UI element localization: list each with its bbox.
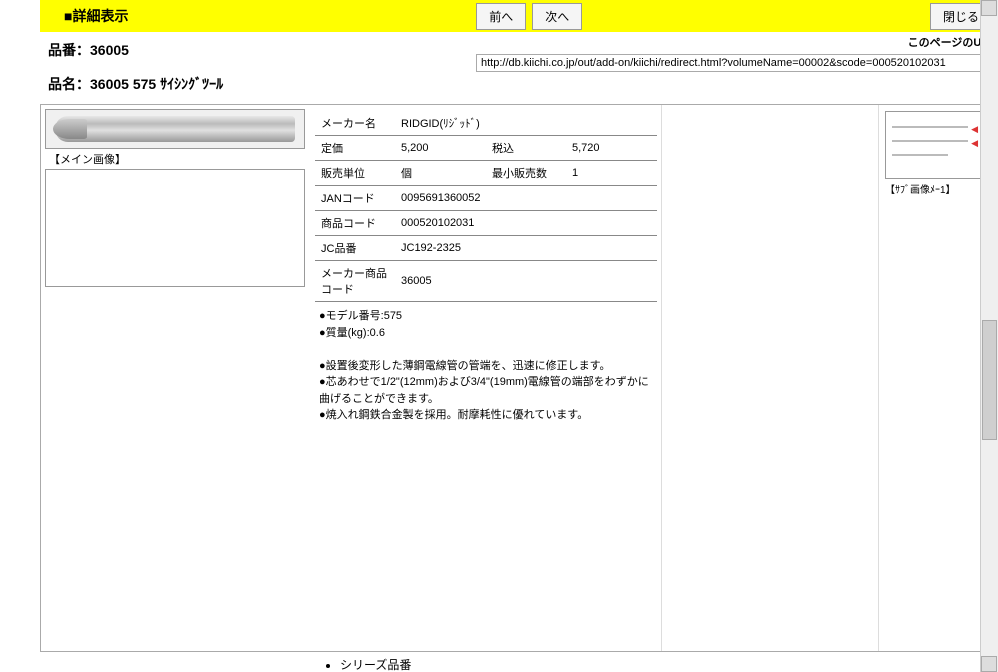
spec-table: メーカー名 RIDGID(ﾘｼﾞｯﾄﾞ) 定価 5,200 税込 5,720 販… [315, 111, 657, 302]
vertical-scrollbar[interactable] [980, 0, 998, 672]
code-label: 品番： [48, 42, 90, 58]
header-bar: ■詳細表示 前へ 次へ 閉じる [40, 0, 998, 32]
tax-label: 税込 [486, 136, 566, 161]
prodcode-value: 000520102031 [395, 211, 657, 236]
name-value: 36005 575 ｻｲｼﾝｸﾞﾂｰﾙ [90, 76, 223, 92]
jan-value: 0095691360052 [395, 186, 657, 211]
jc-label: JC品番 [315, 236, 395, 261]
desc-line: ●モデル番号:575 [319, 308, 653, 325]
thumbnail-image[interactable]: ◀ ◀ [885, 111, 985, 179]
unit-label: 販売単位 [315, 161, 395, 186]
makercode-label: メーカー商品コード [315, 261, 395, 302]
desc-line: ●焼入れ鋼鉄合金製を採用。耐摩耗性に優れています。 [319, 407, 653, 424]
table-row: メーカー名 RIDGID(ﾘｼﾞｯﾄﾞ) [315, 111, 657, 136]
table-row: メーカー商品コード 36005 [315, 261, 657, 302]
name-label: 品名： [48, 76, 90, 92]
table-row: 商品コード 000520102031 [315, 211, 657, 236]
desc-line: ●設置後変形した薄鋼電線管の管端を、迅速に修正します。 [319, 358, 653, 375]
maker-label: メーカー名 [315, 111, 395, 136]
url-input[interactable] [476, 54, 996, 72]
minqty-label: 最小販売数 [486, 161, 566, 186]
table-row: JANコード 0095691360052 [315, 186, 657, 211]
scroll-down-icon[interactable] [981, 656, 997, 672]
page-title: ■詳細表示 [48, 6, 128, 26]
code-value: 36005 [90, 42, 129, 58]
tax-value: 5,720 [566, 136, 657, 161]
bottom-list: シリーズ品番 [40, 652, 998, 672]
jc-value: JC192-2325 [395, 236, 657, 261]
spacer-column [661, 105, 879, 651]
thumbnail-caption: 【ｻﾌﾞ画像ﾒｰ1】 [885, 179, 993, 196]
arrow-icon: ◀ [971, 124, 978, 135]
main-image[interactable] [45, 109, 305, 149]
table-row: JC品番 JC192-2325 [315, 236, 657, 261]
main-image-caption: 【メイン画像】 [45, 149, 307, 167]
maker-value: RIDGID(ﾘｼﾞｯﾄﾞ) [395, 111, 657, 136]
unit-value: 個 [395, 161, 486, 186]
image-column: 【メイン画像】 [41, 105, 311, 651]
description-block: ●モデル番号:575 ●質量(kg):0.6 ●設置後変形した薄鋼電線管の管端を… [315, 302, 657, 430]
spec-column: メーカー名 RIDGID(ﾘｼﾞｯﾄﾞ) 定価 5,200 税込 5,720 販… [311, 105, 661, 651]
jan-label: JANコード [315, 186, 395, 211]
product-name-row: 品名：36005 575 ｻｲｼﾝｸﾞﾂｰﾙ [40, 70, 998, 98]
scroll-thumb[interactable] [982, 320, 997, 440]
scroll-up-icon[interactable] [981, 0, 997, 16]
desc-line: ●質量(kg):0.6 [319, 325, 653, 342]
prev-button[interactable]: 前へ [476, 3, 526, 30]
prodcode-label: 商品コード [315, 211, 395, 236]
secondary-image-frame [45, 169, 305, 287]
main-detail-box: 【メイン画像】 メーカー名 RIDGID(ﾘｼﾞｯﾄﾞ) 定価 5,200 税込… [40, 104, 998, 652]
table-row: 定価 5,200 税込 5,720 [315, 136, 657, 161]
makercode-value: 36005 [395, 261, 657, 302]
arrow-icon: ◀ [971, 138, 978, 149]
price-label: 定価 [315, 136, 395, 161]
next-button[interactable]: 次へ [532, 3, 582, 30]
price-value: 5,200 [395, 136, 486, 161]
minqty-value: 1 [566, 161, 657, 186]
series-code-item: シリーズ品番 [340, 656, 998, 672]
table-row: 販売単位 個 最小販売数 1 [315, 161, 657, 186]
desc-line: ●芯あわせで1/2"(12mm)および3/4"(19mm)電線管の端部をわずかに… [319, 374, 653, 407]
